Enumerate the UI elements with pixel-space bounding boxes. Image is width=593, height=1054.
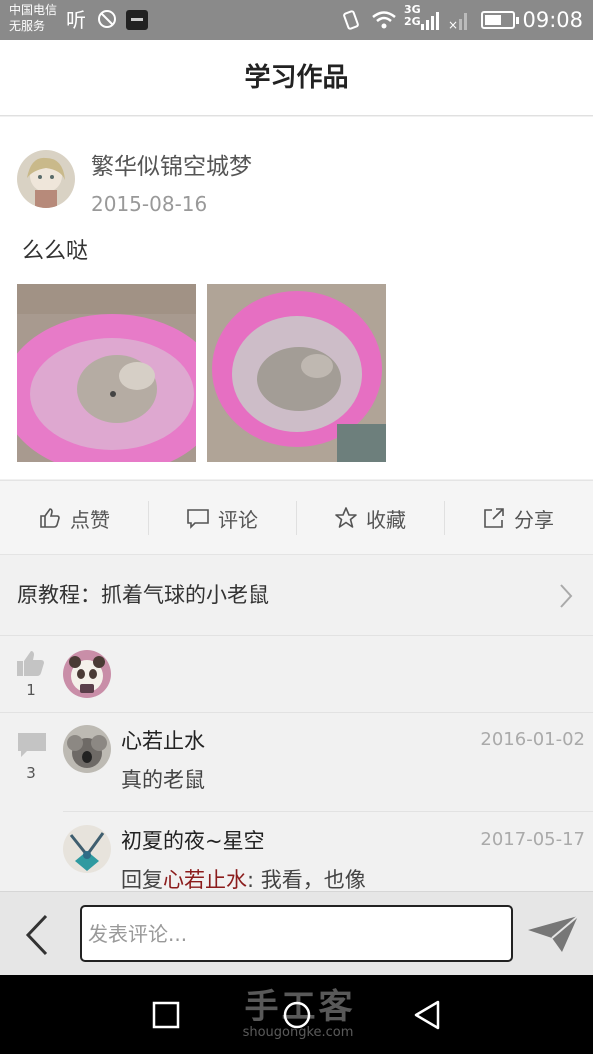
favorite-button[interactable]: 收藏 bbox=[296, 481, 444, 555]
comment-icon bbox=[18, 733, 46, 757]
comment-input-bar bbox=[0, 891, 593, 975]
reply-target-link[interactable]: 心若止水 bbox=[163, 868, 247, 892]
page-title: 学习作品 bbox=[244, 63, 349, 93]
commenter-name[interactable]: 初夏的夜~星空 bbox=[121, 827, 265, 855]
navigation-bar: 手工客 shougongke.com bbox=[0, 975, 593, 1054]
reply-prefix: 回复 bbox=[121, 868, 163, 892]
home-button[interactable] bbox=[279, 997, 315, 1033]
comment-count: 3 bbox=[26, 764, 36, 782]
favorite-label: 收藏 bbox=[366, 507, 406, 532]
carrier-info: 中国电信 无服务 bbox=[9, 2, 57, 34]
carrier-name: 中国电信 bbox=[9, 3, 58, 17]
signal-icon bbox=[420, 9, 440, 31]
nav-back-button[interactable] bbox=[410, 997, 446, 1033]
star-icon bbox=[335, 507, 357, 528]
recent-apps-button[interactable] bbox=[148, 997, 184, 1033]
comment-label: 评论 bbox=[218, 507, 258, 532]
post-card: 繁华似锦空城梦 2015-08-16 么么哒 bbox=[0, 117, 593, 479]
page-header: 学习作品 bbox=[0, 40, 593, 116]
commenter-avatar[interactable] bbox=[63, 725, 111, 773]
comment-text: 回复心若止水: 我看，也像 bbox=[121, 866, 366, 894]
share-icon bbox=[484, 508, 504, 528]
back-button[interactable] bbox=[20, 912, 60, 958]
like-button[interactable]: 点赞 bbox=[0, 481, 148, 555]
thumbs-up-icon bbox=[17, 651, 44, 676]
share-label: 分享 bbox=[514, 507, 554, 532]
no-disturb-icon bbox=[97, 9, 117, 31]
reply-text: : 我看，也像 bbox=[247, 868, 366, 892]
like-label: 点赞 bbox=[70, 507, 110, 532]
comment-input[interactable] bbox=[80, 905, 513, 962]
post-photo[interactable] bbox=[17, 284, 196, 462]
comment-button[interactable]: 评论 bbox=[148, 481, 296, 555]
comment-text: 真的老鼠 bbox=[121, 768, 205, 792]
send-button[interactable] bbox=[526, 912, 580, 956]
wifi-icon bbox=[371, 9, 397, 31]
commenter-name[interactable]: 心若止水 bbox=[121, 727, 205, 755]
clock: 09:08 bbox=[522, 8, 583, 32]
battery-icon bbox=[481, 11, 519, 29]
vibrate-icon bbox=[340, 9, 362, 31]
network-type-label: 3G 2G bbox=[404, 3, 421, 28]
original-tutorial-link[interactable]: 原教程：抓着气球的小老鼠 bbox=[0, 556, 593, 636]
post-text: 么么哒 bbox=[22, 239, 89, 264]
no-signal-icon: × bbox=[447, 9, 471, 32]
share-button[interactable]: 分享 bbox=[444, 481, 592, 555]
comment-date: 2017-05-17 bbox=[480, 829, 585, 850]
liker-avatar[interactable] bbox=[63, 650, 111, 698]
likes-row: 1 bbox=[0, 637, 593, 713]
svg-text:×: × bbox=[448, 18, 458, 31]
author-name[interactable]: 繁华似锦空城梦 bbox=[91, 152, 252, 182]
post-photo[interactable] bbox=[207, 284, 386, 462]
app-notification-icon bbox=[126, 10, 148, 32]
status-bar: 中国电信 无服务 听 3G 2G × 09:08 bbox=[0, 0, 593, 40]
like-count: 1 bbox=[26, 681, 36, 699]
commenter-avatar[interactable] bbox=[63, 825, 111, 873]
action-bar: 点赞 评论 收藏 分享 bbox=[0, 480, 593, 555]
post-date: 2015-08-16 bbox=[91, 192, 208, 216]
divider bbox=[63, 811, 593, 812]
comment-date: 2016-01-02 bbox=[480, 729, 585, 750]
chevron-right-icon bbox=[560, 584, 573, 608]
thumbs-up-icon bbox=[40, 508, 60, 528]
author-avatar[interactable] bbox=[17, 150, 75, 208]
hd-voice-icon: 听 bbox=[66, 8, 86, 32]
service-status: 无服务 bbox=[9, 19, 46, 33]
tutorial-title: 原教程：抓着气球的小老鼠 bbox=[17, 583, 269, 607]
comment-icon bbox=[187, 509, 209, 529]
